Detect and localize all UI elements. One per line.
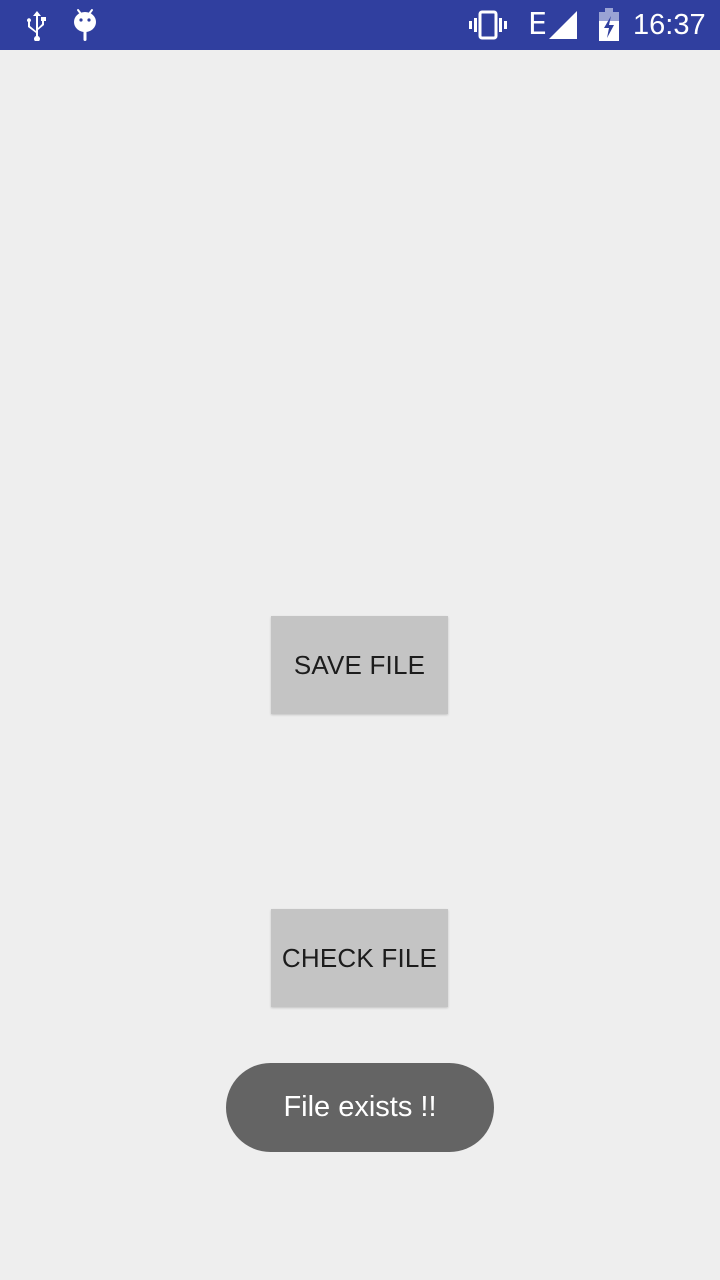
android-debug-icon xyxy=(70,0,100,50)
check-file-button[interactable]: CHECK FILE xyxy=(271,909,448,1007)
status-bar: E 16:37 xyxy=(0,0,720,50)
signal-icon xyxy=(547,0,579,50)
network-type-label: E xyxy=(528,7,547,42)
main-content: SAVE FILE CHECK FILE File exists !! xyxy=(0,50,720,1280)
battery-charging-icon xyxy=(597,0,621,50)
toast-message: File exists !! xyxy=(226,1063,494,1152)
status-bar-clock: 16:37 xyxy=(633,9,706,41)
vibrate-icon xyxy=(469,0,507,50)
save-file-button[interactable]: SAVE FILE xyxy=(271,616,448,714)
usb-icon xyxy=(22,0,52,50)
